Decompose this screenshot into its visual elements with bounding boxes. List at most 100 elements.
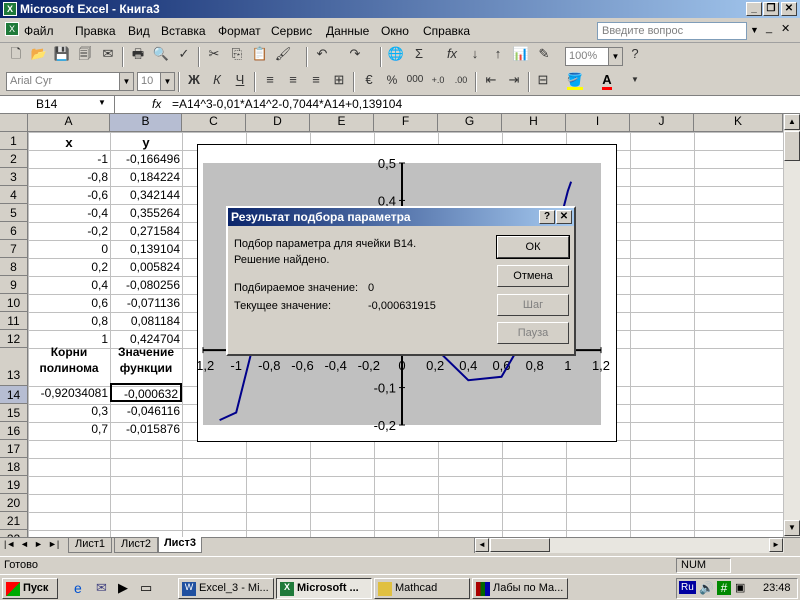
menu-insert[interactable]: Вставка (161, 24, 206, 38)
row-header-1[interactable]: 1 (0, 132, 28, 150)
align-left-icon[interactable]: ≡ (259, 70, 281, 91)
bold-button[interactable]: Ж (183, 70, 205, 91)
cell-b11[interactable]: 0,081184 (110, 312, 182, 330)
last-sheet-icon[interactable]: ►| (48, 539, 59, 549)
toolbar-options-icon[interactable]: ▼ (624, 70, 646, 91)
column-header-i[interactable]: I (566, 114, 630, 132)
cell-b8[interactable]: 0,005824 (110, 258, 182, 276)
first-sheet-icon[interactable]: |◄ (4, 539, 15, 549)
scroll-left-icon[interactable]: ◄ (475, 538, 489, 552)
column-header-c[interactable]: C (182, 114, 246, 132)
menu-help[interactable]: Справка (423, 24, 470, 38)
network-icon[interactable]: # (717, 581, 731, 595)
cell-b16[interactable]: -0,015876 (110, 420, 182, 438)
scroll-right-icon[interactable]: ► (769, 538, 783, 552)
tray-app-icon[interactable]: ▣ (735, 581, 745, 594)
cell-b6[interactable]: 0,271584 (110, 222, 182, 240)
format-painter-icon[interactable]: 🖌 (272, 44, 294, 65)
cell-b5[interactable]: 0,355264 (110, 204, 182, 222)
cell-a13[interactable]: Корни полинома (28, 344, 110, 378)
row-header-20[interactable]: 20 (0, 494, 28, 512)
column-header-h[interactable]: H (502, 114, 566, 132)
prev-sheet-icon[interactable]: ◄ (20, 539, 29, 549)
menu-view[interactable]: Вид (128, 24, 150, 38)
font-select[interactable]: Arial Cyr ▼ (6, 72, 134, 91)
row-header-7[interactable]: 7 (0, 240, 28, 258)
increase-indent-icon[interactable]: ⇥ (503, 70, 525, 91)
minimize-button[interactable]: _ (746, 2, 762, 16)
close-button[interactable]: ✕ (781, 2, 797, 16)
cell-a15[interactable]: 0,3 (28, 402, 110, 420)
scroll-thumb[interactable] (784, 131, 800, 161)
vertical-scrollbar[interactable]: ▲ ▼ (783, 114, 800, 537)
ok-button[interactable]: ОК (496, 235, 570, 259)
row-header-5[interactable]: 5 (0, 204, 28, 222)
help-icon[interactable]: ? (624, 44, 646, 65)
row-header-12[interactable]: 12 (0, 330, 28, 348)
merge-center-icon[interactable]: ⊞ (328, 70, 350, 91)
save-icon[interactable]: 💾 (51, 44, 73, 65)
function-icon[interactable]: fx (441, 44, 463, 65)
row-header-17[interactable]: 17 (0, 440, 28, 458)
underline-button[interactable]: Ч (229, 70, 251, 91)
cell-b14-active[interactable]: -0,000632 (110, 383, 182, 402)
row-header-10[interactable]: 10 (0, 294, 28, 312)
dialog-close-button[interactable]: ✕ (556, 210, 572, 224)
cut-icon[interactable]: ✂ (203, 44, 225, 65)
language-indicator[interactable]: Ru (679, 581, 696, 594)
restore-button[interactable]: ❐ (763, 2, 779, 16)
chevron-down-icon[interactable]: ▼ (119, 73, 133, 90)
chevron-down-icon[interactable]: ▼ (98, 98, 106, 107)
cell-b9[interactable]: -0,080256 (110, 276, 182, 294)
row-header-18[interactable]: 18 (0, 458, 28, 476)
cell-a8[interactable]: 0,2 (28, 258, 110, 276)
email-icon[interactable]: ✉ (97, 44, 119, 65)
paste-icon[interactable]: 📋 (249, 44, 271, 65)
cell-b7[interactable]: 0,139104 (110, 240, 182, 258)
chevron-down-icon[interactable]: ▼ (608, 48, 622, 65)
spelling-icon[interactable]: ✓ (173, 44, 195, 65)
ie-icon[interactable]: e (74, 580, 82, 596)
ask-question-input[interactable]: Введите вопрос (597, 22, 747, 40)
menu-file[interactable]: Файл (24, 24, 54, 38)
cell-b13[interactable]: Значение функции (110, 344, 182, 378)
thousands-button[interactable]: 000 (404, 70, 426, 91)
font-color-icon[interactable]: A (596, 70, 618, 91)
row-header-16[interactable]: 16 (0, 422, 28, 440)
menu-data[interactable]: Данные (326, 24, 369, 38)
excel-app-icon[interactable]: X (3, 2, 17, 16)
cell-a5[interactable]: -0,4 (28, 204, 110, 222)
cell-a3[interactable]: -0,8 (28, 168, 110, 186)
italic-button[interactable]: К (206, 70, 228, 91)
desktop-icon[interactable]: ▭ (140, 580, 152, 596)
column-header-f[interactable]: F (374, 114, 438, 132)
sort-asc-icon[interactable]: ↓ (464, 44, 486, 65)
ask-dropdown-icon[interactable]: ▼ (750, 25, 759, 35)
menu-window[interactable]: Окно (381, 24, 409, 38)
row-header-19[interactable]: 19 (0, 476, 28, 494)
cell-a16[interactable]: 0,7 (28, 420, 110, 438)
drawing-icon[interactable]: ✎ (533, 44, 555, 65)
workbook-icon[interactable]: X (5, 22, 19, 36)
cell-b4[interactable]: 0,342144 (110, 186, 182, 204)
dialog-help-button[interactable]: ? (539, 210, 555, 224)
chevron-down-icon[interactable]: ▼ (160, 73, 174, 90)
increase-decimal-icon[interactable]: +.0 (427, 70, 449, 91)
task-excel3[interactable]: W Excel_3 - Mi... (178, 578, 274, 599)
copy-icon[interactable]: ⎘ (226, 44, 248, 65)
cell-a4[interactable]: -0,6 (28, 186, 110, 204)
row-header-14[interactable]: 14 (0, 386, 28, 404)
cell-a9[interactable]: 0,4 (28, 276, 110, 294)
row-header-11[interactable]: 11 (0, 312, 28, 330)
menu-edit[interactable]: Правка (75, 24, 116, 38)
align-right-icon[interactable]: ≡ (305, 70, 327, 91)
row-header-2[interactable]: 2 (0, 150, 28, 168)
column-header-k[interactable]: K (694, 114, 783, 132)
print-preview-icon[interactable]: 🔍 (150, 44, 172, 65)
column-header-d[interactable]: D (246, 114, 310, 132)
task-mathcad[interactable]: Mathcad (374, 578, 470, 599)
hyperlink-icon[interactable]: 🌐 (385, 44, 407, 65)
cell-a10[interactable]: 0,6 (28, 294, 110, 312)
scroll-up-icon[interactable]: ▲ (784, 114, 800, 130)
row-header-21[interactable]: 21 (0, 512, 28, 530)
